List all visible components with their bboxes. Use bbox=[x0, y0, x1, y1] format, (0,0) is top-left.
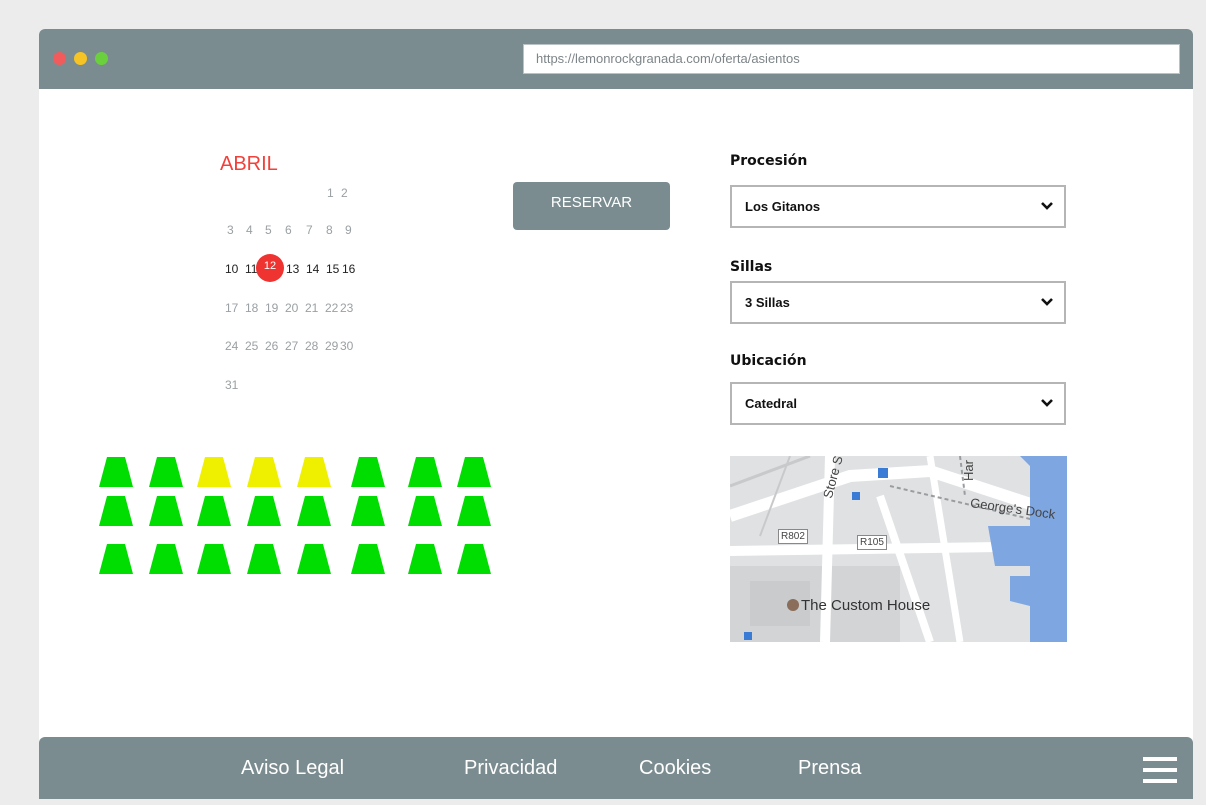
sillas-label: Sillas bbox=[730, 259, 773, 275]
reserve-button[interactable]: RESERVAR bbox=[513, 182, 670, 230]
chevron-down-icon bbox=[1041, 298, 1053, 306]
maximize-window-dot[interactable] bbox=[95, 52, 108, 65]
calendar-day[interactable]: 14 bbox=[306, 262, 319, 276]
calendar-day[interactable]: 28 bbox=[305, 339, 318, 353]
seat-available[interactable] bbox=[457, 544, 491, 574]
sillas-select-value: 3 Sillas bbox=[745, 295, 790, 310]
calendar-day[interactable]: 9 bbox=[345, 223, 352, 237]
seat-available[interactable] bbox=[351, 544, 385, 574]
seat-available[interactable] bbox=[99, 544, 133, 574]
map-landmark-label: The Custom House bbox=[801, 597, 931, 614]
calendar-day[interactable]: 29 bbox=[325, 339, 338, 353]
seat-available[interactable] bbox=[99, 496, 133, 526]
calendar-selected-day[interactable]: 12 bbox=[256, 254, 284, 282]
seat-available[interactable] bbox=[149, 457, 183, 487]
map-road-label: R105 bbox=[857, 535, 887, 550]
footer-link-privacidad[interactable]: Privacidad bbox=[464, 737, 557, 799]
chevron-down-icon bbox=[1041, 399, 1053, 407]
footer-link-cookies[interactable]: Cookies bbox=[639, 737, 711, 799]
browser-window: https://lemonrockgranada.com/oferta/asie… bbox=[39, 29, 1193, 799]
seat-selected[interactable] bbox=[297, 457, 331, 487]
calendar-day[interactable]: 26 bbox=[265, 339, 278, 353]
seat-available[interactable] bbox=[408, 496, 442, 526]
seat-available[interactable] bbox=[247, 544, 281, 574]
seat-available[interactable] bbox=[297, 496, 331, 526]
footer-link-aviso-legal[interactable]: Aviso Legal bbox=[241, 737, 344, 799]
procesion-label: Procesión bbox=[730, 153, 808, 169]
seat-available[interactable] bbox=[457, 457, 491, 487]
calendar-day[interactable]: 7 bbox=[306, 223, 313, 237]
footer-bar: Aviso Legal Privacidad Cookies Prensa bbox=[39, 737, 1193, 799]
calendar-day[interactable]: 22 bbox=[325, 301, 338, 315]
calendar-day[interactable]: 19 bbox=[265, 301, 278, 315]
chevron-down-icon bbox=[1041, 202, 1053, 210]
procesion-select-value: Los Gitanos bbox=[745, 199, 821, 214]
calendar-day[interactable]: 30 bbox=[340, 339, 353, 353]
calendar-day[interactable]: 1 bbox=[327, 186, 334, 200]
seat-selected[interactable] bbox=[247, 457, 281, 487]
calendar-day[interactable]: 2 bbox=[341, 186, 348, 200]
calendar-day[interactable]: 25 bbox=[245, 339, 258, 353]
seat-available[interactable] bbox=[149, 544, 183, 574]
seat-available[interactable] bbox=[99, 457, 133, 487]
calendar-day[interactable]: 31 bbox=[225, 378, 238, 392]
minimize-window-dot[interactable] bbox=[74, 52, 87, 65]
calendar-day[interactable]: 15 bbox=[326, 262, 339, 276]
procesion-select[interactable]: Los Gitanos bbox=[730, 185, 1066, 228]
seat-available[interactable] bbox=[351, 457, 385, 487]
url-bar[interactable]: https://lemonrockgranada.com/oferta/asie… bbox=[523, 44, 1180, 74]
ubicacion-select-value: Catedral bbox=[745, 396, 798, 411]
calendar-day[interactable]: 4 bbox=[246, 223, 253, 237]
seat-available[interactable] bbox=[457, 496, 491, 526]
seat-available[interactable] bbox=[351, 496, 385, 526]
seat-available[interactable] bbox=[408, 457, 442, 487]
map-road-label: R802 bbox=[778, 529, 808, 544]
seat-available[interactable] bbox=[408, 544, 442, 574]
calendar-day[interactable]: 20 bbox=[285, 301, 298, 315]
calendar-day[interactable]: 16 bbox=[342, 262, 355, 276]
footer-link-prensa[interactable]: Prensa bbox=[798, 737, 861, 799]
seat-selected[interactable] bbox=[197, 457, 231, 487]
calendar-day[interactable]: 13 bbox=[286, 262, 299, 276]
map-street-label: Har bbox=[961, 460, 976, 481]
seat-available[interactable] bbox=[149, 496, 183, 526]
seat-available[interactable] bbox=[297, 544, 331, 574]
calendar-day[interactable]: 21 bbox=[305, 301, 318, 315]
calendar-day[interactable]: 5 bbox=[265, 223, 272, 237]
seat-available[interactable] bbox=[197, 544, 231, 574]
ubicacion-label: Ubicación bbox=[730, 353, 807, 369]
calendar-day[interactable]: 27 bbox=[285, 339, 298, 353]
calendar-day[interactable]: 6 bbox=[285, 223, 292, 237]
sillas-select[interactable]: 3 Sillas bbox=[730, 281, 1066, 324]
close-window-dot[interactable] bbox=[53, 52, 66, 65]
calendar-day[interactable]: 24 bbox=[225, 339, 238, 353]
calendar-day[interactable]: 23 bbox=[340, 301, 353, 315]
calendar-day[interactable]: 18 bbox=[245, 301, 258, 315]
seat-available[interactable] bbox=[197, 496, 231, 526]
hamburger-menu-icon[interactable] bbox=[1143, 757, 1177, 783]
seat-available[interactable] bbox=[247, 496, 281, 526]
ubicacion-select[interactable]: Catedral bbox=[730, 382, 1066, 425]
calendar-day[interactable]: 17 bbox=[225, 301, 238, 315]
calendar-day[interactable]: 3 bbox=[227, 223, 234, 237]
calendar-month-title: ABRIL bbox=[220, 153, 278, 175]
calendar-day[interactable]: 10 bbox=[225, 262, 238, 276]
location-map[interactable]: Store St George's Dock Har R802 R105 The… bbox=[730, 456, 1067, 642]
browser-titlebar: https://lemonrockgranada.com/oferta/asie… bbox=[39, 29, 1193, 89]
map-graphic bbox=[730, 456, 1067, 642]
calendar-day[interactable]: 8 bbox=[326, 223, 333, 237]
